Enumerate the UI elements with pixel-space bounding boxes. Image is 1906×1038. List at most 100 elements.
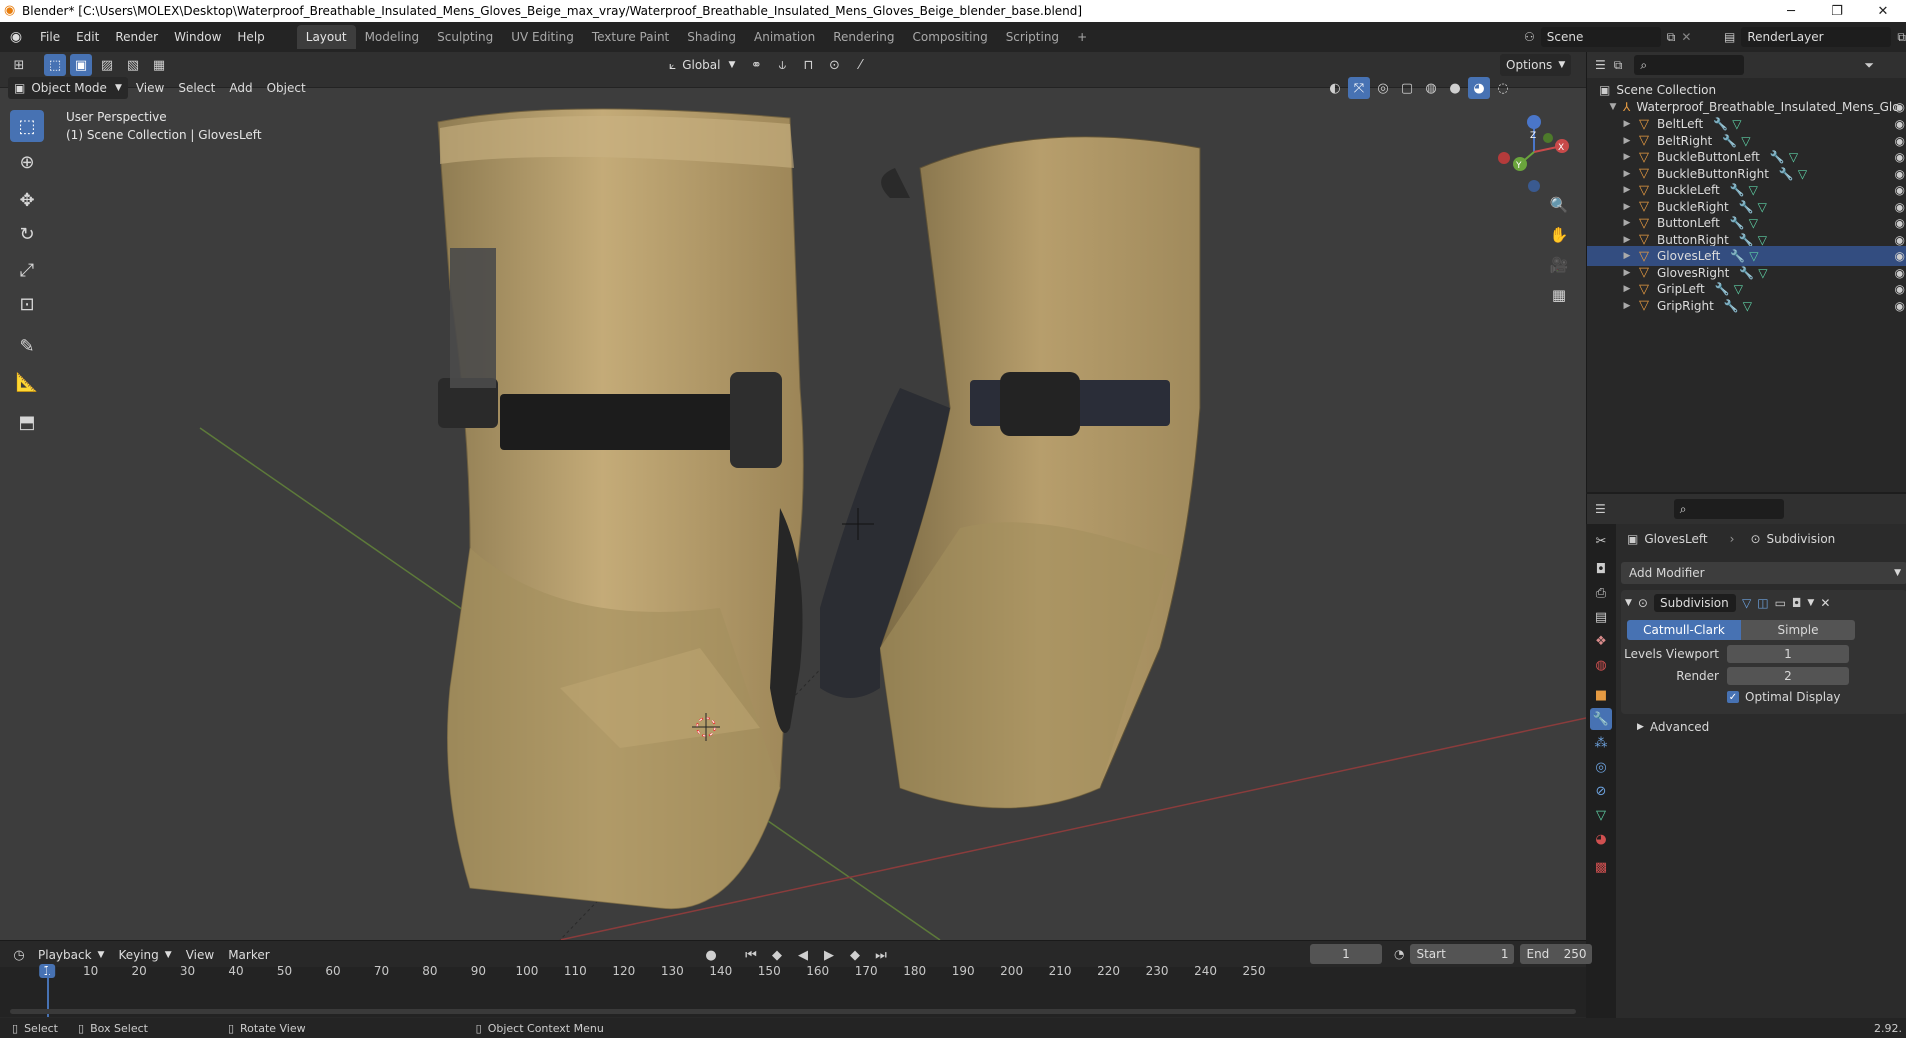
tool-tab-icon[interactable]: ✂ [1590, 530, 1612, 552]
levels-viewport-field[interactable]: 1 [1727, 645, 1849, 663]
wrench-icon[interactable]: 🔧 [1730, 183, 1745, 197]
next-keyframe-icon[interactable]: ◆ [844, 944, 866, 966]
world-tab-icon[interactable]: ◍ [1590, 654, 1612, 676]
edit-mode-toggle-icon[interactable]: ▽ [1742, 596, 1751, 610]
viewport-scene[interactable]: Z X Y [0, 88, 1586, 940]
expand-right-icon[interactable]: ▶ [1621, 202, 1633, 212]
material-tab-icon[interactable]: ◕ [1590, 828, 1612, 850]
new-scene-icon[interactable]: ⧉ [1667, 30, 1676, 45]
texture-tab-icon[interactable]: ▩ [1590, 856, 1612, 878]
mesh-data-icon[interactable]: ▽ [1758, 200, 1767, 214]
tab-modeling[interactable]: Modeling [356, 25, 429, 49]
tab-uv-editing[interactable]: UV Editing [502, 25, 583, 49]
timeline-view-menu[interactable]: View [180, 944, 220, 966]
move-tool-icon[interactable]: ✥ [10, 184, 44, 216]
mesh-data-icon[interactable]: ▽ [1743, 299, 1752, 313]
remove-scene-icon[interactable]: ✕ [1681, 30, 1691, 44]
filter-icon[interactable]: ⏷ [1864, 58, 1874, 73]
orientation-dropdown[interactable]: ⟀ Global ▼ [663, 54, 741, 76]
timeline-track[interactable]: 1102030405060708090100110120130140150160… [0, 964, 1586, 1017]
object-tab-icon[interactable]: ■ [1590, 684, 1612, 706]
tab-rendering[interactable]: Rendering [824, 25, 903, 49]
expand-right-icon[interactable]: ▶ [1621, 152, 1633, 162]
gizmo-toggle-icon[interactable]: ⤧ [1348, 77, 1370, 99]
cage-toggle-icon[interactable]: ◫ [1757, 596, 1768, 610]
outliner-search-input[interactable]: ⌕ [1634, 55, 1745, 75]
eye-icon[interactable]: ◉ [1895, 233, 1905, 247]
proportional-edit-icon[interactable]: ⊙ [823, 54, 845, 76]
timeline-editor-icon[interactable]: ◷ [8, 944, 30, 966]
viewport-menu-view[interactable]: View [130, 77, 170, 99]
view-layer-tab-icon[interactable]: ▤ [1590, 606, 1612, 628]
mesh-data-icon[interactable]: ▽ [1749, 249, 1758, 263]
mesh-data-icon[interactable]: ▽ [1758, 233, 1767, 247]
scale-tool-icon[interactable]: ⤢ [10, 254, 44, 286]
chevron-down-icon[interactable]: ▼ [1807, 598, 1814, 608]
constraints-tab-icon[interactable]: ⊘ [1590, 780, 1612, 802]
select-intersect-icon[interactable]: ▦ [148, 54, 170, 76]
pan-hand-icon[interactable]: ✋ [1546, 222, 1572, 248]
new-renderlayer-icon[interactable]: ⧉ [1897, 30, 1906, 45]
wrench-icon[interactable]: 🔧 [1770, 150, 1785, 164]
menu-help[interactable]: Help [229, 26, 272, 48]
viewport-menu-add[interactable]: Add [223, 77, 258, 99]
select-tool-icon[interactable]: ⬚ [44, 54, 66, 76]
tab-compositing[interactable]: Compositing [903, 25, 996, 49]
wrench-icon[interactable]: 🔧 [1730, 249, 1745, 263]
expand-right-icon[interactable]: ▶ [1621, 284, 1633, 294]
overlay-icon[interactable]: ◎ [1372, 77, 1394, 99]
menu-edit[interactable]: Edit [68, 26, 107, 48]
clock-icon[interactable]: ◔ [1394, 947, 1404, 961]
output-tab-icon[interactable]: ⎙ [1590, 582, 1612, 604]
minimize-button[interactable]: ─ [1768, 0, 1814, 22]
tab-texture-paint[interactable]: Texture Paint [583, 25, 678, 49]
eye-icon[interactable]: ◉ [1895, 200, 1905, 214]
wrench-icon[interactable]: 🔧 [1715, 282, 1730, 296]
marker-menu[interactable]: Marker [222, 944, 275, 966]
particles-tab-icon[interactable]: ⁂ [1590, 732, 1612, 754]
measure-tool-icon[interactable]: 📐 [10, 366, 44, 398]
annotate-tool-icon[interactable]: ✎ [10, 330, 44, 362]
viewport-toggle-icon[interactable]: ▭ [1775, 596, 1786, 610]
tab-scripting[interactable]: Scripting [997, 25, 1068, 49]
rendered-shading-icon[interactable]: ◌ [1492, 77, 1514, 99]
select-new-icon[interactable]: ▣ [70, 54, 92, 76]
eye-icon[interactable]: ◉ [1895, 167, 1905, 181]
snap-target-icon[interactable]: ⊓ [797, 54, 819, 76]
end-frame-field[interactable]: End 250 [1520, 944, 1593, 964]
renderlayer-selector[interactable]: RenderLayer [1741, 27, 1892, 47]
eye-icon[interactable]: ◉ [1895, 299, 1905, 313]
menu-render[interactable]: Render [107, 26, 166, 48]
close-window-button[interactable]: ✕ [1860, 0, 1906, 22]
transform-tool-icon[interactable]: ⊡ [10, 288, 44, 320]
expand-right-icon[interactable]: ▶ [1621, 169, 1633, 179]
wrench-icon[interactable]: 🔧 [1724, 299, 1739, 313]
wrench-icon[interactable]: 🔧 [1739, 266, 1754, 280]
wrench-icon[interactable]: 🔧 [1739, 233, 1754, 247]
mesh-data-icon[interactable]: ▽ [1789, 150, 1798, 164]
solid-shading-icon[interactable]: ● [1444, 77, 1466, 99]
outliner-editor-icon[interactable]: ☰ [1595, 58, 1606, 72]
mesh-data-icon[interactable]: ▽ [1758, 266, 1767, 280]
expand-right-icon[interactable]: ▶ [1621, 136, 1633, 146]
outliner-item[interactable]: ▶ ▽ GripRight 🔧 ▽ ◉ [1587, 296, 1906, 316]
jump-end-icon[interactable]: ⏭ [870, 944, 892, 966]
cursor-tool-icon[interactable]: ⊕ [10, 146, 44, 178]
expand-right-icon[interactable]: ▶ [1621, 268, 1633, 278]
mesh-data-icon[interactable]: ▽ [1749, 183, 1758, 197]
add-modifier-dropdown[interactable]: Add Modifier ▼ [1621, 562, 1906, 584]
maximize-button[interactable]: ❐ [1814, 0, 1860, 22]
expand-right-icon[interactable]: ▶ [1621, 251, 1633, 261]
wrench-icon[interactable]: 🔧 [1722, 134, 1737, 148]
scene-selector[interactable]: Scene [1540, 27, 1661, 47]
mesh-data-icon[interactable]: ▽ [1741, 134, 1750, 148]
catmull-clark-button[interactable]: Catmull-Clark [1627, 620, 1741, 640]
delete-modifier-icon[interactable]: ✕ [1820, 596, 1830, 610]
mesh-data-icon[interactable]: ▽ [1798, 167, 1807, 181]
advanced-section[interactable]: ▶ Advanced [1637, 720, 1709, 734]
data-tab-icon[interactable]: ▽ [1590, 804, 1612, 826]
properties-editor-icon[interactable]: ☰ [1595, 502, 1606, 516]
tab-animation[interactable]: Animation [745, 25, 824, 49]
playback-menu[interactable]: Playback ▼ [32, 944, 110, 966]
tab-shading[interactable]: Shading [678, 25, 745, 49]
